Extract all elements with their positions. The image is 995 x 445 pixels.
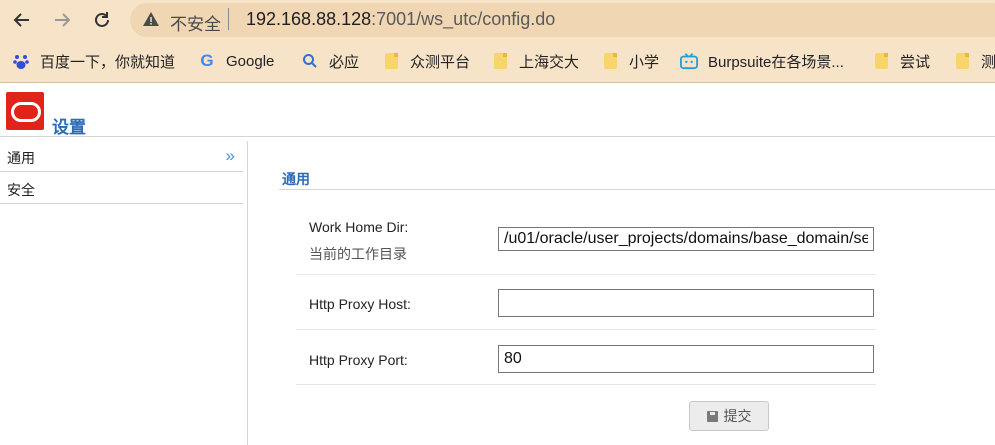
baidu-paw-icon bbox=[12, 52, 30, 70]
bing-search-icon bbox=[301, 52, 319, 70]
http-proxy-host-label: Http Proxy Host: bbox=[309, 296, 411, 312]
reload-icon bbox=[95, 12, 109, 27]
bookmark-folder-sjtu[interactable]: 上海交大 bbox=[491, 40, 579, 82]
address-bar[interactable]: 不安全 192.168.88.128:7001/ws_utc/config.do bbox=[130, 3, 995, 37]
folder-icon bbox=[601, 52, 619, 70]
bookmark-folder-ce[interactable]: 测 bbox=[953, 40, 995, 82]
http-proxy-host-input[interactable] bbox=[498, 289, 874, 317]
bookmark-google[interactable]: G Google bbox=[198, 40, 274, 82]
bookmarks-bar: 百度一下，你就知道 G Google 必应 众测平台 上海交大 小学 Burps… bbox=[0, 40, 995, 83]
warning-icon[interactable] bbox=[142, 10, 160, 28]
sidebar-item-general[interactable]: 通用 » bbox=[0, 141, 243, 172]
bookmark-label: Google bbox=[226, 52, 275, 70]
reload-button[interactable] bbox=[88, 6, 116, 34]
folder-icon bbox=[872, 52, 890, 70]
bookmark-label: 必应 bbox=[329, 53, 360, 71]
section-divider bbox=[279, 189, 995, 190]
folder-icon bbox=[491, 52, 509, 70]
bookmark-label: 测 bbox=[981, 53, 995, 71]
bookmark-label: 百度一下，你就知道 bbox=[40, 53, 176, 71]
submit-button[interactable]: 提交 bbox=[689, 401, 769, 431]
bilibili-tv-icon bbox=[680, 52, 698, 70]
oracle-logo bbox=[6, 92, 44, 130]
arrow-left-icon bbox=[13, 13, 29, 27]
http-proxy-port-label: Http Proxy Port: bbox=[309, 352, 408, 368]
section-title: 通用 bbox=[282, 171, 310, 187]
sidebar-item-label: 通用 bbox=[7, 150, 35, 166]
arrow-right-icon bbox=[55, 13, 71, 27]
work-home-dir-sublabel: 当前的工作目录 bbox=[309, 246, 407, 262]
http-proxy-port-input[interactable] bbox=[498, 345, 874, 373]
page-title: 设置 bbox=[52, 118, 86, 137]
url-host: 192.168.88.128 bbox=[246, 9, 372, 29]
bookmark-bing[interactable]: 必应 bbox=[301, 40, 359, 82]
bookmark-label: 上海交大 bbox=[519, 53, 580, 71]
forward-button[interactable] bbox=[48, 6, 76, 34]
bookmark-folder-changshi[interactable]: 尝试 bbox=[872, 40, 930, 82]
bookmark-folder-zhongce[interactable]: 众测平台 bbox=[382, 40, 470, 82]
back-button[interactable] bbox=[8, 6, 36, 34]
bookmark-label: 尝试 bbox=[900, 53, 931, 71]
sidebar-item-security[interactable]: 安全 bbox=[0, 173, 243, 204]
sidebar-item-label: 安全 bbox=[7, 182, 35, 198]
save-icon bbox=[706, 410, 718, 422]
work-home-dir-label: Work Home Dir: bbox=[309, 219, 409, 235]
row-divider bbox=[296, 274, 876, 275]
folder-icon bbox=[382, 52, 400, 70]
google-g-icon: G bbox=[200, 51, 214, 70]
folder-icon bbox=[953, 52, 971, 70]
bookmark-folder-xiaoxue[interactable]: 小学 bbox=[601, 40, 659, 82]
row-divider bbox=[296, 384, 876, 385]
url-path: :7001/ws_utc/config.do bbox=[371, 9, 556, 29]
sidebar: 通用 » 安全 bbox=[0, 141, 248, 445]
bookmark-label: Burpsuite在各场景... bbox=[708, 53, 844, 71]
bookmark-label: 众测平台 bbox=[410, 53, 471, 71]
address-separator bbox=[228, 8, 229, 30]
page-content: 设置 通用 » 安全 通用 Work Home Dir: 当前的工作目录 Htt… bbox=[0, 83, 995, 445]
row-divider bbox=[296, 329, 876, 330]
double-chevron-right-icon: » bbox=[225, 146, 235, 165]
bookmark-burpsuite[interactable]: Burpsuite在各场景... bbox=[680, 40, 844, 82]
bookmark-label: 小学 bbox=[629, 53, 660, 71]
header-divider bbox=[0, 136, 995, 137]
work-home-dir-input[interactable] bbox=[498, 227, 874, 251]
bookmark-baidu[interactable]: 百度一下，你就知道 bbox=[12, 40, 175, 82]
security-status-label[interactable]: 不安全 bbox=[170, 10, 221, 35]
browser-toolbar: 不安全 192.168.88.128:7001/ws_utc/config.do bbox=[0, 0, 995, 40]
url-text[interactable]: 192.168.88.128:7001/ws_utc/config.do bbox=[246, 9, 555, 30]
submit-label: 提交 bbox=[723, 408, 752, 424]
